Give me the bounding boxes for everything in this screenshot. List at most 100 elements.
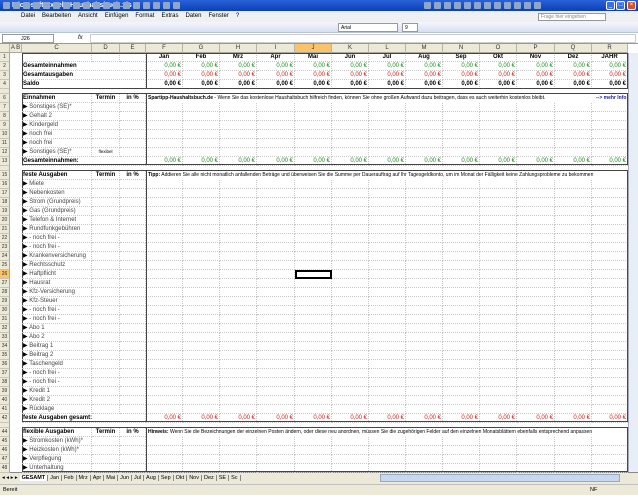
toolbar-icon[interactable] [163, 2, 170, 9]
cell[interactable] [369, 252, 406, 261]
cell[interactable] [257, 279, 295, 288]
cell[interactable] [406, 342, 443, 351]
cell[interactable] [146, 148, 183, 157]
cell[interactable] [120, 148, 146, 157]
selected-cell[interactable] [295, 270, 332, 279]
cell[interactable] [257, 342, 295, 351]
cell[interactable] [220, 130, 257, 139]
sheet-tab-gesamt[interactable]: GESAMT [19, 475, 49, 481]
toolbar-icon[interactable] [474, 2, 481, 9]
cell[interactable] [120, 130, 146, 139]
cell[interactable] [146, 324, 183, 333]
cell[interactable] [183, 333, 220, 342]
sheet-tab-jul[interactable]: Jul [132, 475, 145, 481]
cell[interactable] [369, 324, 406, 333]
cell[interactable] [369, 297, 406, 306]
cell[interactable] [517, 455, 555, 464]
cell[interactable] [592, 139, 628, 148]
cell[interactable] [120, 369, 146, 378]
cell[interactable] [183, 464, 220, 473]
cell[interactable] [369, 315, 406, 324]
cell[interactable] [592, 333, 628, 342]
cell[interactable] [295, 369, 332, 378]
cell[interactable] [517, 225, 555, 234]
cell[interactable] [443, 180, 480, 189]
cell[interactable] [146, 342, 183, 351]
cell[interactable] [443, 198, 480, 207]
toolbar-icon[interactable] [524, 2, 531, 9]
cell[interactable] [146, 121, 183, 130]
cell[interactable] [555, 360, 592, 369]
cell[interactable] [406, 324, 443, 333]
cell[interactable] [146, 243, 183, 252]
cell[interactable] [555, 243, 592, 252]
cell[interactable] [295, 306, 332, 315]
cell[interactable] [443, 315, 480, 324]
cell[interactable] [555, 198, 592, 207]
toolbar-icon[interactable] [514, 2, 521, 9]
cell[interactable] [592, 324, 628, 333]
cell[interactable] [555, 180, 592, 189]
cell[interactable] [92, 455, 120, 464]
cell[interactable] [443, 360, 480, 369]
cell[interactable] [183, 351, 220, 360]
cell[interactable] [183, 130, 220, 139]
cell[interactable] [406, 189, 443, 198]
row-header-15[interactable]: 15 [0, 171, 10, 180]
toolbar-icon[interactable] [123, 2, 130, 9]
cell[interactable] [92, 234, 120, 243]
cell[interactable] [332, 234, 369, 243]
sheet-tab-nov[interactable]: Nov [187, 475, 202, 481]
cell[interactable] [257, 261, 295, 270]
cell[interactable] [120, 180, 146, 189]
menu-2[interactable]: Ansicht [78, 13, 98, 19]
row-header-38[interactable]: 38 [0, 378, 10, 387]
cell[interactable] [120, 315, 146, 324]
cell[interactable] [369, 180, 406, 189]
cell[interactable] [332, 270, 369, 279]
cell[interactable] [183, 207, 220, 216]
cell[interactable] [406, 139, 443, 148]
cell[interactable] [295, 243, 332, 252]
cell[interactable] [92, 121, 120, 130]
cell[interactable] [592, 360, 628, 369]
cell[interactable] [92, 315, 120, 324]
cell[interactable] [295, 234, 332, 243]
cell[interactable] [295, 207, 332, 216]
cell[interactable] [120, 342, 146, 351]
toolbar-icon[interactable] [484, 2, 491, 9]
cell[interactable] [369, 279, 406, 288]
cell[interactable] [443, 279, 480, 288]
cell[interactable] [183, 315, 220, 324]
cell[interactable] [120, 333, 146, 342]
menu-3[interactable]: Einfügen [105, 13, 129, 19]
cell[interactable] [295, 360, 332, 369]
cell[interactable] [480, 387, 517, 396]
cell[interactable] [120, 360, 146, 369]
column-header-R[interactable]: R [592, 44, 628, 53]
cell[interactable] [183, 378, 220, 387]
cell[interactable] [517, 306, 555, 315]
cell[interactable] [120, 270, 146, 279]
cell[interactable] [517, 360, 555, 369]
cell[interactable] [146, 446, 183, 455]
column-header-C[interactable]: C [22, 44, 92, 53]
row-header-2[interactable]: 2 [0, 62, 10, 71]
cell[interactable] [443, 207, 480, 216]
cell[interactable] [220, 112, 257, 121]
cell[interactable] [220, 225, 257, 234]
cell[interactable] [295, 112, 332, 121]
cell[interactable] [555, 225, 592, 234]
column-header-Q[interactable]: Q [555, 44, 592, 53]
cell[interactable] [480, 446, 517, 455]
close-button[interactable]: × [627, 1, 636, 10]
row-header-40[interactable]: 40 [0, 396, 10, 405]
cell[interactable] [120, 396, 146, 405]
cell[interactable] [369, 437, 406, 446]
column-header-O[interactable]: O [480, 44, 517, 53]
cell[interactable] [332, 130, 369, 139]
cell[interactable] [257, 121, 295, 130]
cell[interactable] [332, 180, 369, 189]
cell[interactable] [406, 387, 443, 396]
cell[interactable] [555, 279, 592, 288]
